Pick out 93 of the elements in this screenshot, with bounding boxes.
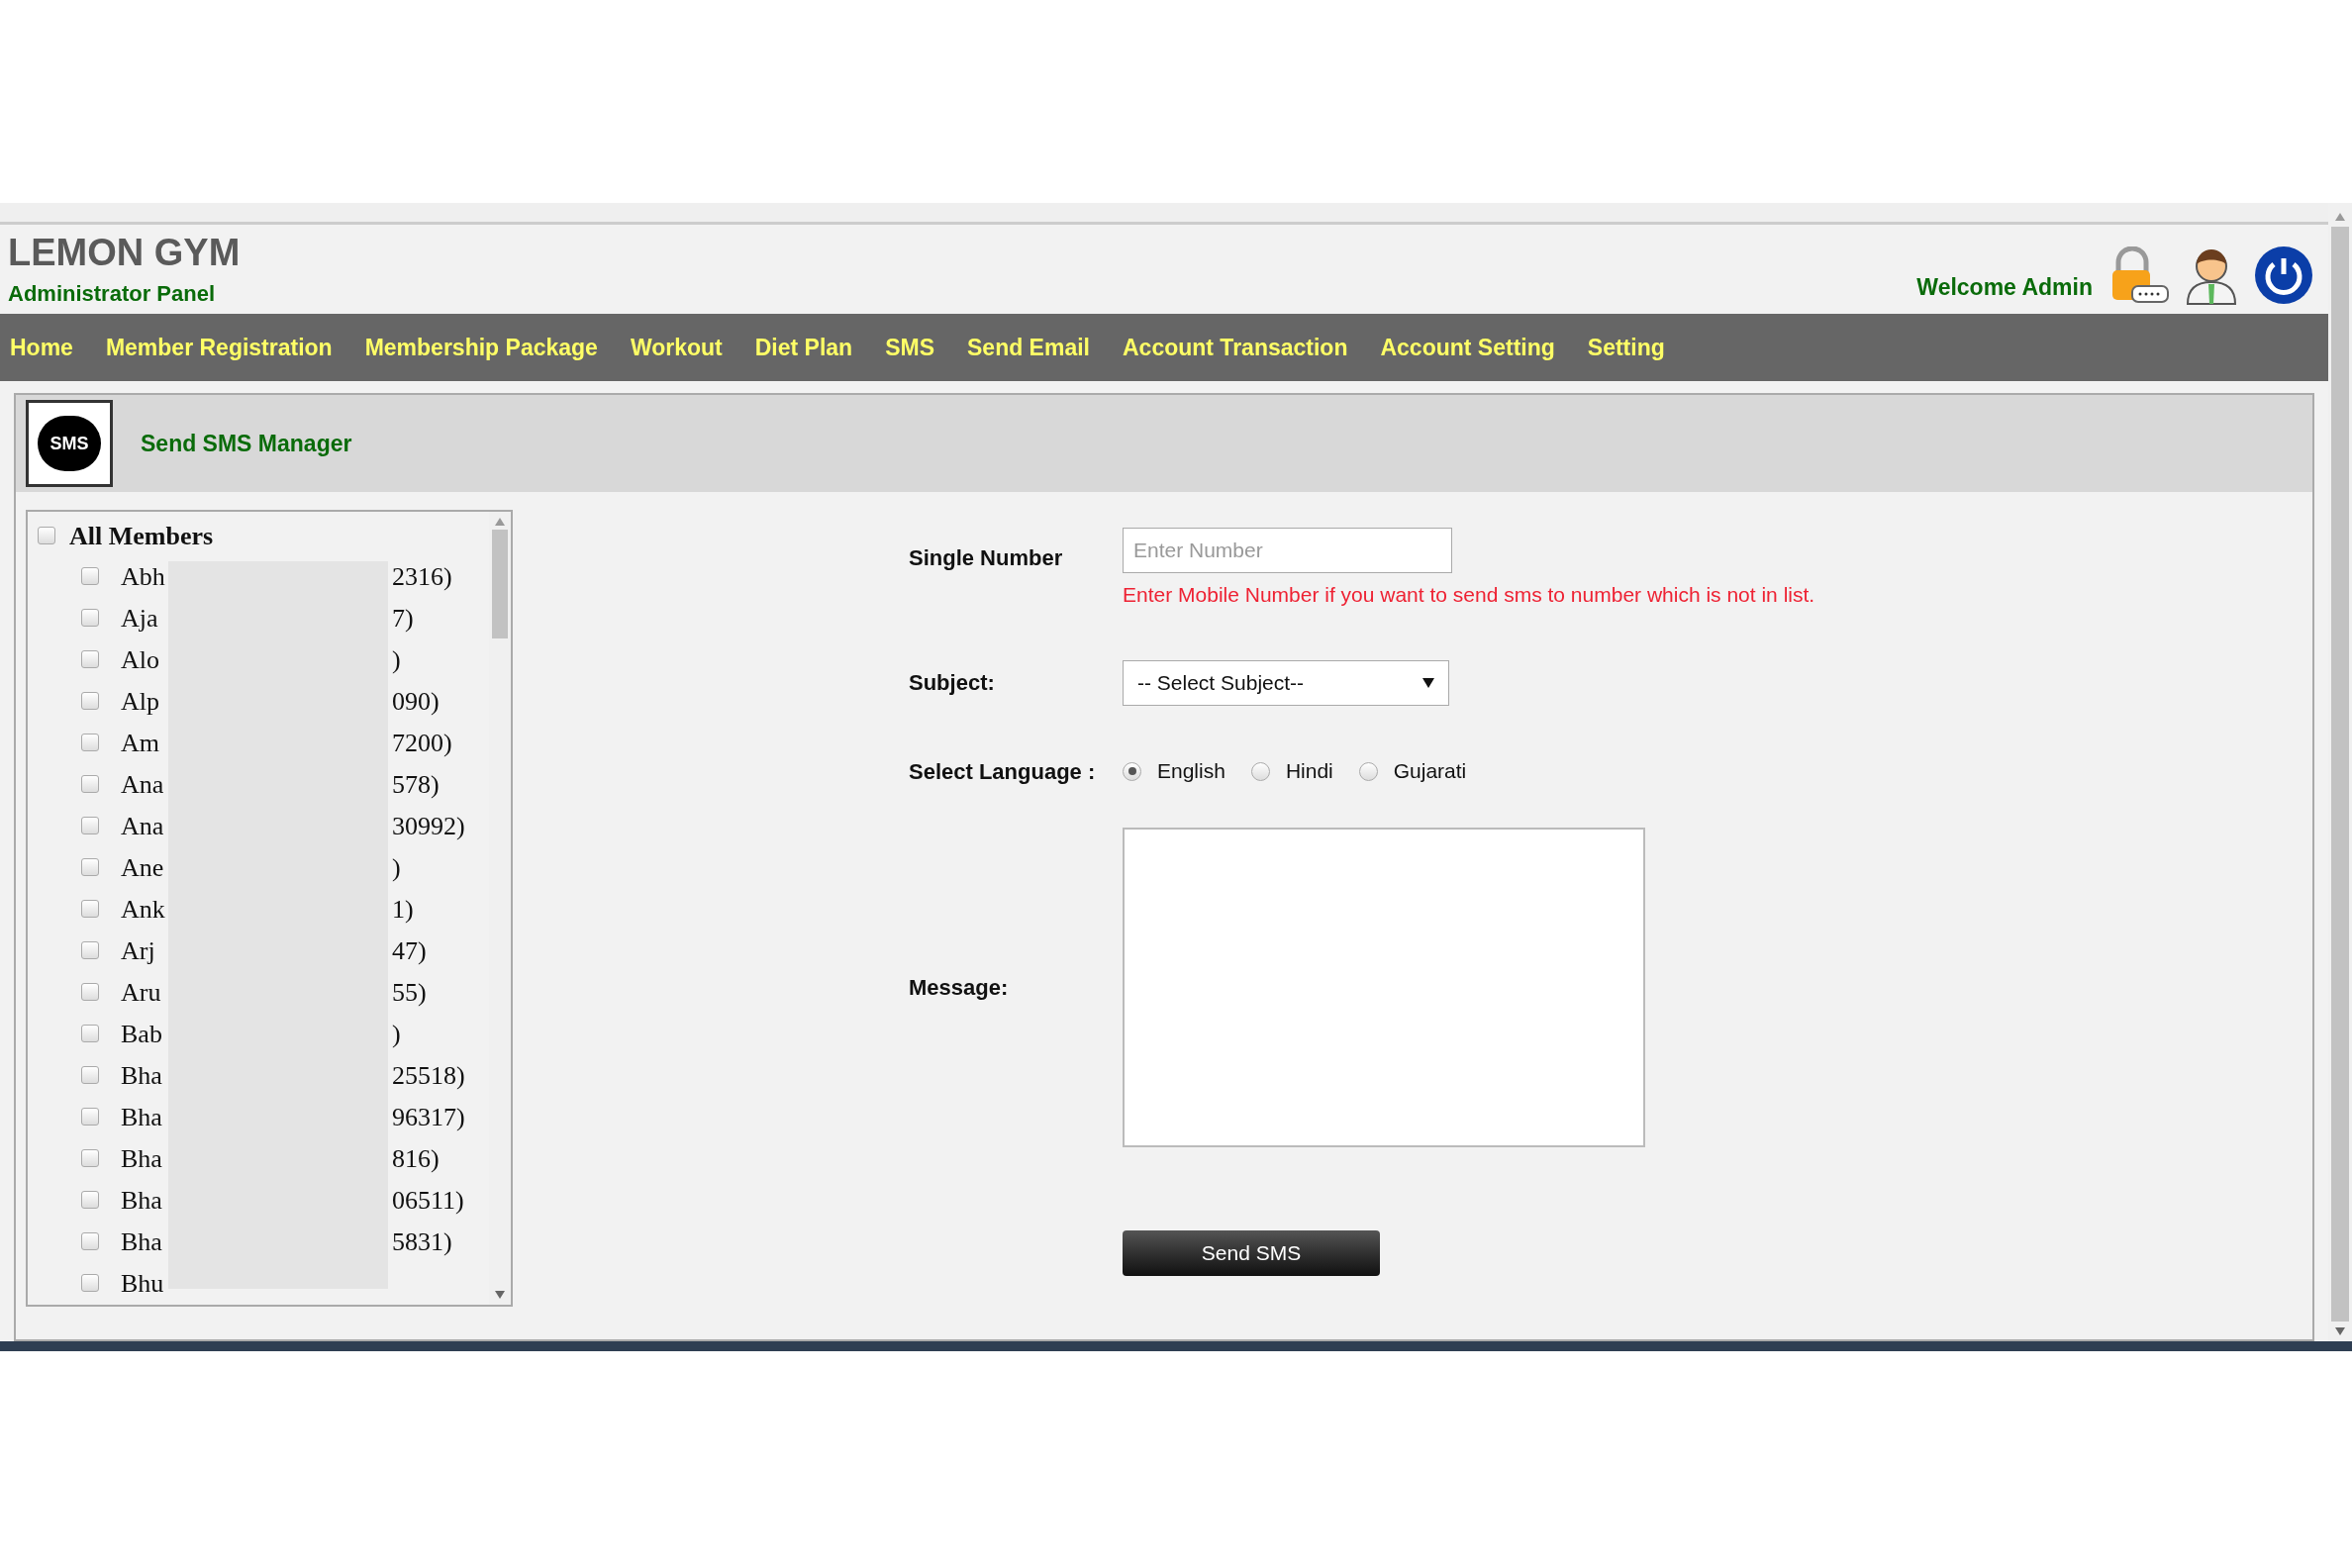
member-number: 7) [392, 602, 414, 635]
nav-link[interactable]: SMS [885, 330, 934, 365]
member-name: Ane [121, 851, 164, 884]
member-number: 7200) [392, 727, 452, 759]
field-label: Single Number [909, 544, 1064, 572]
checkbox[interactable] [81, 858, 99, 876]
checkbox[interactable] [81, 692, 99, 710]
checkbox[interactable] [81, 900, 99, 918]
nav-link[interactable]: Member Registration [105, 330, 333, 365]
nav-link[interactable]: Account Transaction [1123, 330, 1348, 365]
subject-select[interactable]: -- Select Subject-- [1123, 659, 1449, 706]
radio-label: Hindi [1285, 758, 1333, 785]
member-number: 816) [392, 1142, 440, 1175]
checkbox[interactable] [81, 650, 99, 668]
nav-link[interactable]: Workout [630, 330, 723, 365]
send-sms-button[interactable]: Send SMS [1123, 1229, 1380, 1276]
scroll-up-icon[interactable] [495, 518, 505, 526]
member-number: 30992) [392, 810, 465, 842]
member-number: 090) [392, 685, 440, 718]
number-field[interactable]: Enter Number [1123, 528, 1452, 573]
member-name: Bha [121, 1142, 163, 1175]
caret-icon [1422, 677, 1434, 688]
nav-link[interactable]: Setting [1587, 330, 1665, 365]
member-number: ) [392, 1018, 401, 1050]
message-field[interactable] [1123, 827, 1645, 1147]
nav-link[interactable]: Home [10, 330, 73, 365]
member-name: Am [121, 727, 160, 759]
checkbox[interactable] [81, 1191, 99, 1209]
member-number: 5831) [392, 1225, 452, 1258]
member-name: Arj [121, 934, 156, 967]
checkbox[interactable] [81, 817, 99, 834]
member-number: 578) [392, 768, 440, 801]
checkbox[interactable] [81, 1108, 99, 1126]
member-name: Bhu [121, 1267, 164, 1300]
member-name: Bha [121, 1184, 163, 1217]
checkbox[interactable] [81, 609, 99, 627]
radio-label: Gujarati [1393, 758, 1467, 785]
power-icon[interactable] [2253, 245, 2314, 306]
member-number: ) [392, 643, 401, 676]
member-name: Alp [121, 685, 160, 718]
site-title: LEMON GYM [8, 234, 241, 271]
nav-link[interactable]: Send Email [967, 330, 1090, 365]
hint-text: Enter Mobile Number if you want to send sms to number which is not in list. [1123, 582, 1815, 608]
member-number: 25518) [392, 1059, 465, 1092]
scroll-down-icon[interactable] [2335, 1327, 2345, 1335]
checkbox[interactable] [81, 775, 99, 793]
field-label: Select Language : [909, 757, 1097, 786]
scroll-thumb[interactable] [492, 530, 508, 638]
member-name: Alo [121, 643, 160, 676]
radio-button[interactable] [1250, 761, 1270, 781]
checkbox[interactable] [81, 1274, 99, 1292]
checkbox[interactable] [81, 941, 99, 959]
radio-button[interactable] [1123, 761, 1141, 781]
panel-title: Send SMS Manager [141, 429, 352, 458]
member-name: Bab [121, 1018, 163, 1050]
member-name: Ana [121, 768, 164, 801]
checkbox[interactable] [81, 734, 99, 751]
nav-link[interactable]: Membership Package [364, 330, 598, 365]
member-name: Aja [121, 602, 159, 635]
member-name: Abh [121, 560, 164, 593]
scroll-thumb[interactable] [2331, 227, 2349, 1322]
member-label: All Members [69, 520, 214, 552]
member-number: 47) [392, 934, 427, 967]
member-number: 06511) [392, 1184, 464, 1217]
member-name: Aru [121, 976, 162, 1009]
member-name: Bha [121, 1101, 163, 1133]
member-name: Bha [121, 1225, 163, 1258]
welcome-text: Welcome Admin [1916, 272, 2093, 302]
member-number: 55) [392, 976, 427, 1009]
checkbox[interactable] [81, 567, 99, 585]
scroll-down-icon[interactable] [495, 1291, 505, 1299]
site-subtitle: Administrator Panel [8, 283, 217, 305]
sms-logo: SMS [26, 400, 113, 487]
nav-link[interactable]: Diet Plan [754, 330, 853, 365]
member-name: Bha [121, 1059, 163, 1092]
field-label: Message: [909, 973, 1010, 1002]
radio-label: English [1157, 758, 1225, 785]
checkbox[interactable] [81, 1025, 99, 1042]
checkbox[interactable] [38, 527, 55, 544]
member-name: Ana [121, 810, 164, 842]
nav-link[interactable]: Account Setting [1380, 330, 1555, 365]
member-number: 96317) [392, 1101, 465, 1133]
checkbox[interactable] [81, 1232, 99, 1250]
checkbox[interactable] [81, 1066, 99, 1084]
member-name: Ank [121, 893, 164, 926]
field-label: Subject: [909, 669, 996, 697]
radio-button[interactable] [1358, 761, 1378, 781]
member-number: 2316) [392, 560, 452, 593]
member-number: 1) [392, 893, 414, 926]
checkbox[interactable] [81, 983, 99, 1001]
member-number: ) [392, 851, 401, 884]
scroll-up-icon[interactable] [2335, 213, 2345, 221]
checkbox[interactable] [81, 1149, 99, 1167]
